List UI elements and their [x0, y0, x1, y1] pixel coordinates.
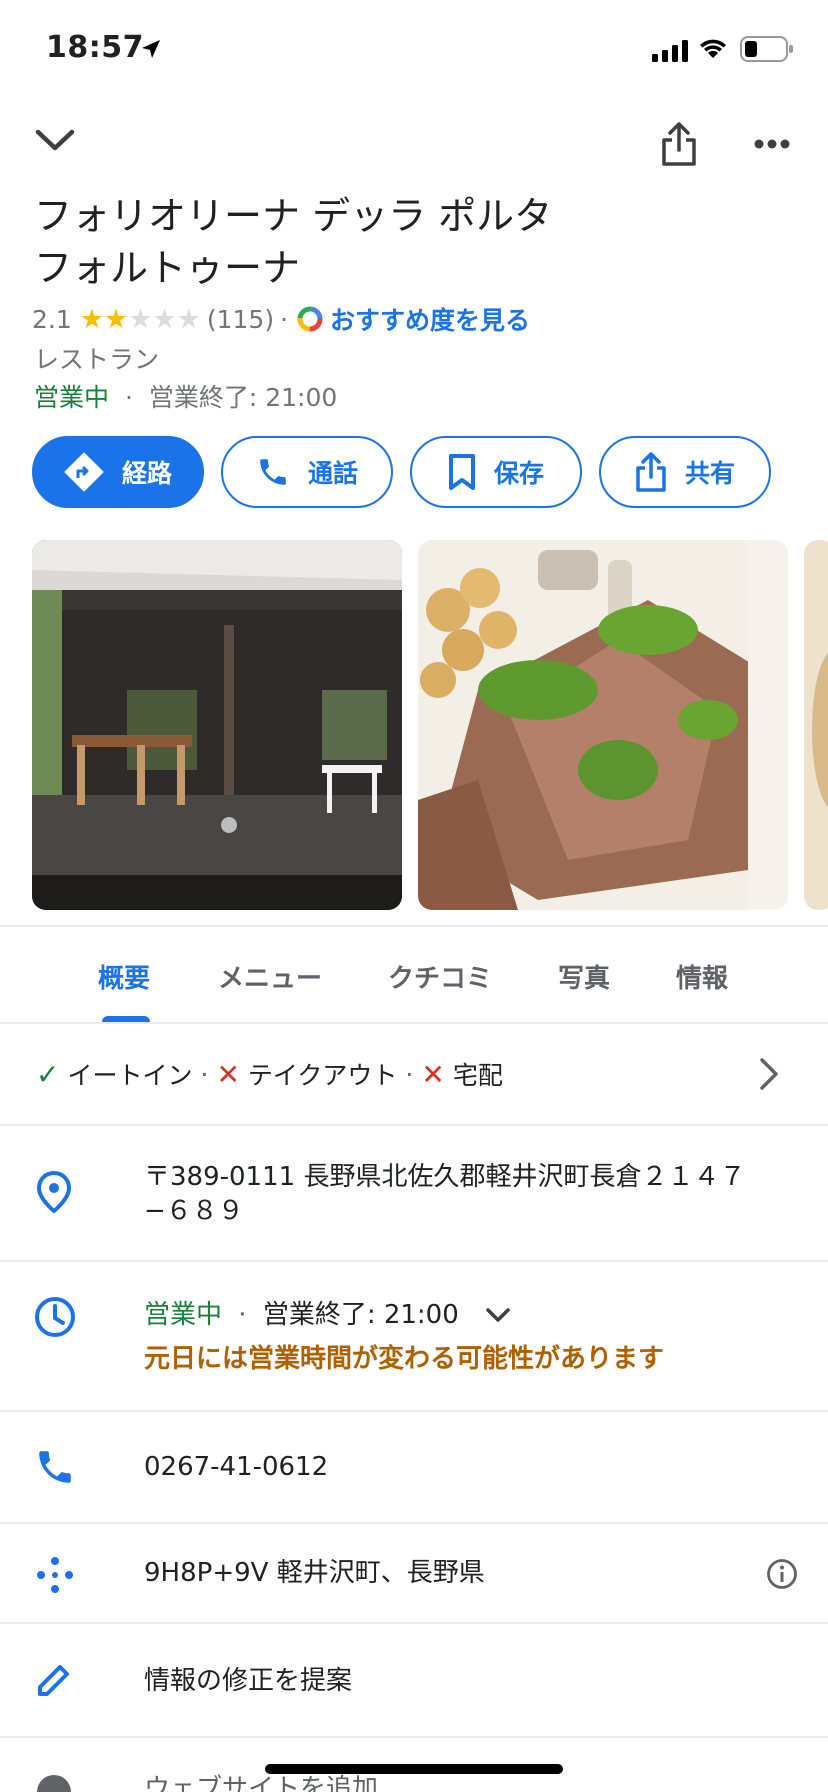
tab-menu[interactable]: メニュー — [218, 958, 322, 995]
wifi-icon — [700, 39, 726, 58]
divider — [0, 1124, 828, 1126]
divider — [0, 1022, 828, 1024]
pencil-icon — [38, 1665, 69, 1696]
status-time: 18:57 — [46, 30, 144, 65]
action-buttons: 経路 通話 保存 共有 — [32, 436, 796, 508]
chevron-right-icon[interactable] — [758, 1056, 780, 1092]
divider — [0, 1522, 828, 1524]
place-category: レストラン — [34, 345, 160, 374]
service-dine-in: イートイン — [67, 1061, 193, 1090]
share-icon — [636, 452, 666, 492]
directions-button[interactable]: 経路 — [32, 436, 204, 508]
globe-icon — [37, 1775, 71, 1792]
clock-icon — [35, 1297, 75, 1337]
star-icon: ★ — [152, 303, 177, 335]
google-logo-icon — [297, 306, 323, 332]
service-takeout: テイクアウト — [247, 1061, 398, 1090]
phone-icon — [260, 459, 286, 485]
check-icon: ✓ — [36, 1057, 60, 1091]
address-line1: 〒389-0111 長野県北佐久郡軽井沢町長倉２１４７ — [144, 1162, 746, 1192]
tab-overview[interactable]: 概要 — [98, 958, 150, 995]
location-arrow-icon — [142, 40, 160, 58]
hours-warning: 元日には営業時間が変わる可能性があります — [144, 1344, 665, 1374]
call-label: 通話 — [307, 459, 358, 488]
phone-icon — [39, 1451, 71, 1483]
hours-summary: 営業中 · 営業終了: 21:00 — [34, 378, 337, 414]
hours-close-time: 営業終了: 21:00 — [262, 1300, 459, 1330]
photo-terrace[interactable] — [32, 540, 402, 910]
directions-label: 経路 — [121, 459, 172, 488]
separator: · — [124, 383, 133, 412]
chevron-down-icon[interactable] — [485, 1307, 511, 1323]
service-options[interactable]: ✓ イートイン · ✕ テイクアウト · ✕ 宅配 — [36, 1052, 503, 1096]
bookmark-icon — [448, 454, 475, 490]
address-line2: −６８９ — [144, 1196, 244, 1226]
star-icon: ★ — [103, 303, 129, 335]
separator: · — [238, 1300, 247, 1330]
close-time: 営業終了: 21:00 — [148, 383, 338, 412]
info-icon[interactable] — [766, 1558, 798, 1590]
separator: · — [200, 1059, 209, 1089]
place-title-line2: フォルトゥーナ — [34, 246, 301, 290]
star-rating: ★ ★ ★ ★ ★ — [80, 306, 201, 333]
photo-carousel[interactable] — [0, 540, 828, 910]
tab-reviews[interactable]: クチコミ — [388, 958, 492, 995]
more-options-icon[interactable] — [754, 138, 790, 150]
photo-partial[interactable] — [804, 540, 828, 910]
photo-dish[interactable] — [418, 540, 788, 910]
place-title-line1: フォリオリーナ デッラ ポルタ — [34, 194, 553, 238]
cellular-signal-icon — [652, 40, 688, 62]
review-count[interactable]: (115) — [207, 305, 274, 334]
save-button[interactable]: 保存 — [410, 436, 582, 508]
divider — [0, 1622, 828, 1624]
plus-code[interactable]: 9H8P+9V 軽井沢町、長野県 — [144, 1556, 485, 1590]
rating-value: 2.1 — [32, 304, 72, 334]
separator: · — [405, 1059, 414, 1089]
share-button[interactable]: 共有 — [599, 436, 771, 508]
call-button[interactable]: 通話 — [221, 436, 393, 508]
share-label: 共有 — [684, 459, 735, 488]
location-pin-icon — [36, 1170, 72, 1214]
star-icon: ★ — [128, 303, 153, 335]
home-indicator — [265, 1764, 563, 1774]
save-label: 保存 — [493, 459, 544, 488]
separator: · — [280, 304, 289, 334]
place-title: フォリオリーナ デッラ ポルタ フォルトゥーナ — [34, 190, 734, 294]
recommend-link[interactable]: おすすめ度を見る — [330, 301, 530, 337]
cross-icon: ✕ — [421, 1057, 445, 1091]
share-icon[interactable] — [660, 120, 698, 168]
service-delivery: 宅配 — [452, 1061, 503, 1090]
add-website[interactable]: ウェブサイトを追加 — [144, 1772, 378, 1792]
divider — [0, 1410, 828, 1412]
plus-code-icon — [37, 1557, 73, 1593]
star-icon: ★ — [176, 303, 201, 335]
status-bar: 18:57 — [0, 0, 828, 100]
battery-icon — [740, 36, 793, 62]
address[interactable]: 〒389-0111 長野県北佐久郡軽井沢町長倉２１４７ −６８９ — [144, 1160, 745, 1228]
hours-open-status: 営業中 — [144, 1300, 223, 1330]
hours[interactable]: 営業中 · 営業終了: 21:00 — [144, 1298, 511, 1332]
tab-photos[interactable]: 写真 — [558, 958, 610, 995]
tab-info[interactable]: 情報 — [676, 958, 728, 995]
star-icon: ★ — [79, 303, 104, 335]
divider — [0, 925, 828, 927]
phone-number[interactable]: 0267-41-0612 — [144, 1450, 328, 1484]
open-status: 営業中 — [34, 383, 110, 412]
rating-row: 2.1 ★ ★ ★ ★ ★ (115) · おすすめ度を見る — [32, 302, 530, 336]
cross-icon: ✕ — [216, 1057, 240, 1091]
directions-icon — [64, 452, 104, 492]
chevron-down-icon[interactable] — [34, 126, 76, 154]
divider — [0, 1260, 828, 1262]
divider — [0, 1736, 828, 1738]
suggest-edit[interactable]: 情報の修正を提案 — [144, 1664, 352, 1698]
